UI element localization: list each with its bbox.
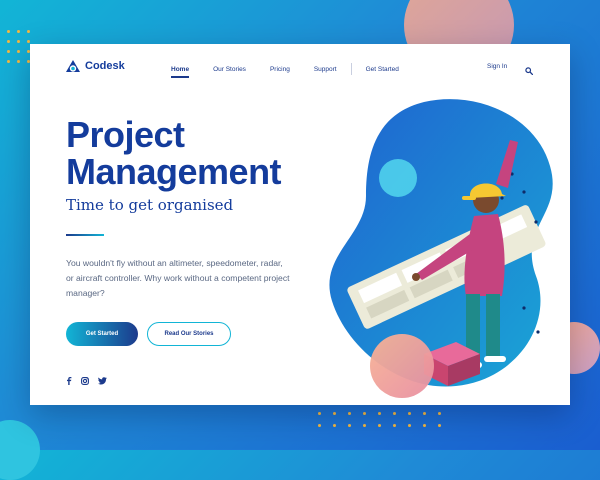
brand-name: Codesk [85, 60, 125, 72]
sign-in-link[interactable]: Sign In [487, 63, 507, 70]
nav-divider [350, 63, 352, 75]
bg-cyan-circle-bottom [0, 420, 40, 480]
twitter-icon[interactable] [98, 377, 107, 385]
hero-illustration [329, 99, 553, 398]
hero-description: You wouldn't fly without an altimeter, s… [66, 258, 290, 298]
social-links [66, 377, 107, 385]
nav-link-our-stories[interactable]: Our Stories [213, 66, 246, 73]
nav-link-pricing[interactable]: Pricing [270, 66, 290, 73]
accent-divider [66, 234, 104, 236]
get-started-button[interactable]: Get Started [66, 322, 138, 346]
bg-dot-grid-bottom [318, 412, 441, 427]
search-button[interactable] [525, 62, 534, 80]
bg-dot-grid-left [7, 30, 30, 63]
page-title: Project Management [66, 114, 282, 192]
top-nav: Codesk Home Our Stories Pricing Support … [30, 44, 570, 90]
instagram-icon[interactable] [81, 377, 89, 385]
landing-card: Codesk Home Our Stories Pricing Support … [30, 44, 570, 405]
codesk-logo-icon [66, 60, 80, 72]
brand-logo[interactable]: Codesk [66, 60, 125, 72]
read-our-stories-button[interactable]: Read Our Stories [147, 322, 231, 346]
nav-link-support[interactable]: Support [314, 66, 337, 73]
illustration-cyan-bubble [379, 159, 417, 197]
nav-link-home[interactable]: Home [171, 66, 190, 78]
facebook-icon[interactable] [66, 377, 72, 385]
page-subtitle: Time to get organised [66, 196, 234, 214]
search-icon [525, 67, 534, 76]
title-line-1: Project [66, 114, 185, 155]
illustration-peach-bubble [370, 334, 434, 398]
title-line-2: Management [66, 151, 282, 192]
nav-get-started-link[interactable]: Get Started [366, 66, 399, 73]
nav-links: Home Our Stories Pricing Support Get Sta… [171, 63, 423, 78]
